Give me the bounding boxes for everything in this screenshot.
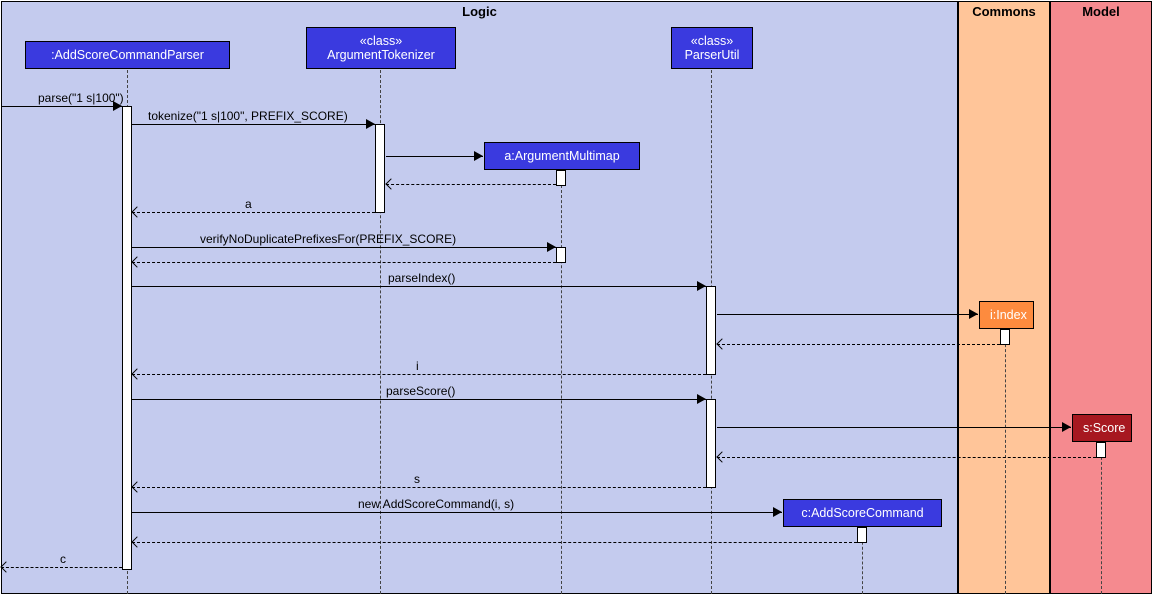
arrow-create-index [969,309,978,319]
msg-verify-return [132,262,556,263]
participant-multimap-label: a:ArgumentMultimap [504,149,619,163]
msg-return-index [717,344,1000,345]
participant-parser: :AddScoreCommandParser [25,41,230,69]
participant-command: c:AddScoreCommand [783,499,942,527]
msg-return-i [132,374,706,375]
arrow-create-score [1062,422,1071,432]
activation-command [857,527,867,543]
participant-score-label: s:Score [1083,421,1125,435]
participant-tokenizer-stereotype: «class» [360,34,402,48]
msg-newcmd [132,512,782,513]
msg-create-score [717,427,1071,428]
msg-parse-label: parse("1 s|100") [38,91,124,105]
msg-return-c-label: c [60,552,66,566]
package-logic-title: Logic [2,4,957,19]
lifeline-multimap [561,170,562,594]
participant-parserutil-stereotype: «class» [691,34,733,48]
msg-return-s [132,487,706,488]
msg-return-a [132,212,375,213]
arrow-verify [547,242,556,252]
package-commons-title: Commons [959,4,1049,19]
activation-parser [122,106,132,570]
lifeline-score [1101,442,1102,594]
msg-return-multimap [386,184,556,185]
package-model-title: Model [1051,4,1151,19]
participant-parserutil: «class» ParserUtil [671,27,753,69]
msg-return-c [1,567,122,568]
activation-score [1096,442,1106,458]
msg-verify-label: verifyNoDuplicatePrefixesFor(PREFIX_SCOR… [200,232,456,246]
msg-return-i-label: i [416,359,419,373]
msg-verify [132,247,556,248]
arrow-parsescore [697,394,706,404]
msg-parse [1,106,122,107]
activation-index [1000,329,1010,345]
arrow-create-multimap [474,151,483,161]
participant-score: s:Score [1072,414,1132,442]
arrow-tokenize [366,119,375,129]
participant-index: i:Index [979,301,1034,329]
activation-multimap-2 [556,247,566,263]
msg-newcmd-label: new AddScoreCommand(i, s) [358,497,514,511]
participant-parser-label: :AddScoreCommandParser [51,48,204,62]
msg-create-index [717,314,978,315]
participant-tokenizer: «class» ArgumentTokenizer [306,27,456,69]
participant-command-label: c:AddScoreCommand [801,506,923,520]
msg-parsescore-label: parseScore() [386,384,455,398]
msg-return-s-label: s [414,472,420,486]
msg-newcmd-return [132,542,857,543]
package-commons: Commons [958,1,1050,594]
activation-parserutil-2 [706,399,716,488]
participant-multimap: a:ArgumentMultimap [484,142,640,170]
participant-parserutil-label: ParserUtil [685,48,740,62]
activation-tokenizer [375,124,385,213]
msg-parseindex-label: parseIndex() [388,271,455,285]
msg-create-multimap [386,156,483,157]
activation-multimap-1 [556,170,566,186]
participant-index-label: i:Index [990,308,1027,322]
msg-return-score [717,457,1096,458]
msg-parseindex [132,286,706,287]
lifeline-index [1005,329,1006,594]
participant-tokenizer-label: ArgumentTokenizer [327,48,435,62]
msg-parsescore [132,399,706,400]
msg-tokenize [132,124,375,125]
msg-tokenize-label: tokenize("1 s|100", PREFIX_SCORE) [148,109,348,123]
msg-return-a-label: a [245,197,252,211]
activation-parserutil-1 [706,286,716,375]
arrow-parseindex [697,281,706,291]
arrow-newcmd [773,507,782,517]
